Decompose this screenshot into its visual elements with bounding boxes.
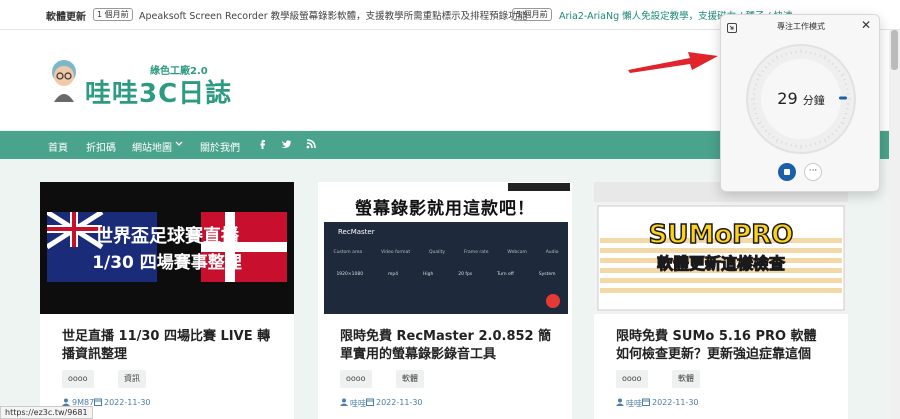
close-icon[interactable]: ✕ <box>861 18 871 32</box>
app-label: Frame rate <box>463 250 489 255</box>
page: 軟體更新 1 個月前 Apeaksoft Screen Recorder 教學級… <box>0 0 900 419</box>
app-value: 1920×1080 <box>336 272 364 277</box>
post-thumbnail[interactable]: SUMoPRO 軟體更新這樣檢查 <box>594 182 848 314</box>
post-tag[interactable]: oooo <box>62 370 94 388</box>
timer-unit: 分鐘 <box>802 94 825 107</box>
dial-tick <box>810 143 812 147</box>
twitter-icon[interactable] <box>280 138 292 150</box>
post-thumbnail[interactable]: 螢幕錄影就用這款吧！ RecMaster Custom area Video f… <box>318 182 572 314</box>
calendar-icon <box>642 398 650 406</box>
page-scrollbar[interactable] <box>889 30 900 419</box>
user-icon <box>616 398 624 406</box>
app-name: RecMaster <box>338 228 375 236</box>
post-tag[interactable]: 軟體 <box>396 370 424 388</box>
chevron-down-icon[interactable] <box>175 140 183 148</box>
post-author[interactable]: 哇哇 <box>350 398 366 409</box>
calendar-icon <box>94 398 102 406</box>
ticker-link[interactable]: Apeaksoft Screen Recorder 教學級螢幕錄影軟體，支援教學… <box>139 8 527 22</box>
nav-item-sitemap[interactable]: 網站地圖 <box>132 139 172 154</box>
post-date: 2022-11-30 <box>104 398 151 407</box>
focus-title: 專注工作模式 <box>777 22 825 31</box>
app-label: Video format <box>381 250 411 255</box>
post-date: 2022-11-30 <box>376 398 423 407</box>
more-options-button[interactable]: ··· <box>804 163 822 181</box>
nav-item-discount[interactable]: 折扣碼 <box>86 139 116 154</box>
timer-minutes: 29 <box>777 89 798 108</box>
post-date: 2022-11-30 <box>652 398 699 407</box>
app-label: Quality <box>428 250 446 255</box>
dial-tick <box>753 108 757 110</box>
timer-readout: 29 分鐘 <box>721 89 881 108</box>
thumbnail-subheadline: 軟體更新這樣檢查 <box>656 254 785 274</box>
post-title[interactable]: 限時免費 SUMo 5.16 PRO 軟體如何檢查更新？更新強迫症靠這個 <box>616 328 828 364</box>
post-tag[interactable]: 軟體 <box>672 370 700 388</box>
ticker-label: 軟體更新 <box>46 12 86 23</box>
thumbnail-headline: 螢幕錄影就用這款吧！ <box>355 199 535 219</box>
dial-tick <box>810 51 812 55</box>
logo-title[interactable]: 哇哇3C日誌 <box>85 73 232 110</box>
post-card[interactable]: 世界盃足球賽直播 1/30 四場賽事整理 世足直播 11/30 四場比賽 LIV… <box>40 182 294 419</box>
app-value: 20 fps <box>458 272 473 277</box>
app-value: System <box>538 272 556 277</box>
dial-tick <box>790 143 792 147</box>
record-button-icon <box>546 294 560 308</box>
thumbnail-headline: 世界盃足球賽直播 <box>95 226 239 247</box>
thumbnail-window-bar <box>508 183 570 191</box>
dial-tick <box>790 51 792 55</box>
app-value: Turn off <box>497 272 514 277</box>
status-bar-url: https://ez3c.tw/9681 <box>0 406 93 419</box>
ticker-badge: 5 個月前 <box>512 8 552 21</box>
thumbnail-headline: SUMoPRO <box>648 219 794 251</box>
thumbnail-subheadline: 1/30 四場賽事整理 <box>92 253 242 273</box>
facebook-icon[interactable] <box>256 138 268 150</box>
user-icon <box>340 398 348 406</box>
calendar-icon <box>366 398 374 406</box>
app-value: mp4 <box>388 272 399 277</box>
post-thumbnail[interactable]: 世界盃足球賽直播 1/30 四場賽事整理 <box>40 182 294 314</box>
app-screenshot: RecMaster Custom area Video format Quali… <box>324 222 568 314</box>
rss-icon[interactable] <box>305 138 317 150</box>
post-author[interactable]: 哇哇 <box>626 398 642 409</box>
post-tag[interactable]: oooo <box>616 370 648 388</box>
nav-item-home[interactable]: 首頁 <box>48 139 68 154</box>
stop-button[interactable] <box>778 163 796 181</box>
app-value: High <box>422 272 434 277</box>
app-label: Audio <box>545 250 559 255</box>
nav-item-about[interactable]: 關於我們 <box>200 139 240 154</box>
post-tag[interactable]: oooo <box>340 370 372 388</box>
avatar-logo-icon[interactable] <box>46 58 82 102</box>
post-card[interactable]: 螢幕錄影就用這款吧！ RecMaster Custom area Video f… <box>318 182 572 419</box>
dial-tick <box>845 108 849 110</box>
red-arrow-annotation-icon <box>628 52 718 73</box>
user-icon <box>62 398 70 406</box>
post-title[interactable]: 限時免費 RecMaster 2.0.852 簡單實用的螢幕錄影錄音工具 <box>340 328 552 364</box>
post-title[interactable]: 世足直播 11/30 四場比賽 LIVE 轉播資訊整理 <box>62 328 274 364</box>
app-label: Custom area <box>333 250 363 255</box>
ticker-badge: 1 個月前 <box>93 8 133 21</box>
post-tag[interactable]: 資訊 <box>118 370 146 388</box>
app-label: Webcam <box>507 250 527 255</box>
stop-icon <box>784 169 790 175</box>
scrollbar-thumb[interactable] <box>891 30 898 70</box>
post-card[interactable]: SUMoPRO 軟體更新這樣檢查 限時免費 SUMo 5.16 PRO 軟體如何… <box>594 182 848 419</box>
focus-session-widget: 專注工作模式 ✕ 29 分鐘 ··· <box>720 14 880 192</box>
